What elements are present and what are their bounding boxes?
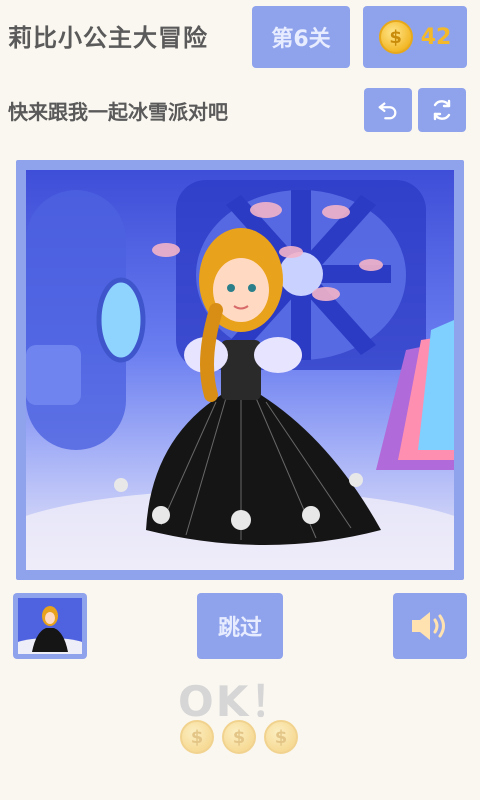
scene-frame	[16, 160, 464, 580]
coin-count: 42	[420, 24, 452, 50]
reward-coin-icon: $	[222, 720, 256, 754]
level-badge[interactable]: 第6关	[252, 6, 350, 68]
refresh-icon	[433, 99, 451, 121]
reward-coins: $ $ $	[180, 720, 298, 754]
coin-icon: $	[378, 20, 413, 54]
undo-icon	[378, 102, 397, 120]
scene-illustration	[26, 180, 454, 570]
skip-label: 跳过	[217, 616, 262, 641]
princess-thumbnail	[18, 598, 82, 654]
undo-button[interactable]	[364, 88, 412, 132]
prompt-text: 快来跟我一起冰雪派对吧	[8, 100, 228, 124]
coin-counter: $ 42	[363, 6, 467, 68]
app-title: 莉比小公主大冒险	[8, 24, 208, 52]
speaker-icon	[412, 612, 445, 640]
skip-button[interactable]: 跳过	[197, 593, 283, 659]
reward-coin-icon: $	[180, 720, 214, 754]
reward-coin-icon: $	[264, 720, 298, 754]
thumbnail-button[interactable]	[13, 593, 87, 659]
sound-button[interactable]	[393, 593, 467, 659]
princess-scene-image[interactable]	[26, 170, 454, 570]
refresh-button[interactable]	[418, 88, 466, 132]
level-label: 第6关	[271, 27, 331, 52]
